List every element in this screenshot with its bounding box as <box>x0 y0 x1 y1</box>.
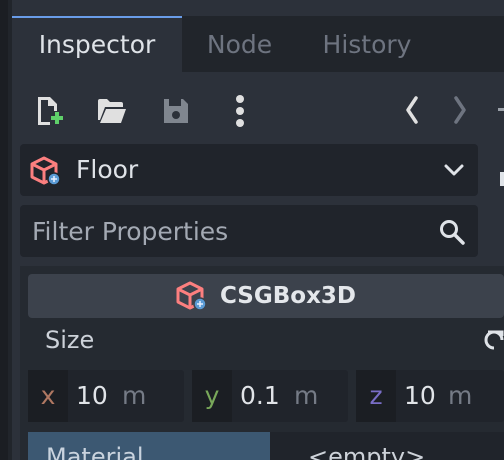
chevron-down-icon <box>444 164 464 176</box>
side-menu-icon[interactable] <box>496 168 504 188</box>
history-forward-icon <box>454 96 466 124</box>
size-z-unit: m <box>448 381 473 410</box>
size-z-field[interactable]: z 10 m <box>356 370 504 422</box>
csg-box-icon <box>30 156 61 186</box>
toolbar-overflow-mark <box>498 108 504 111</box>
class-header-label: CSGBox3D <box>220 283 357 309</box>
tab-inspector[interactable]: Inspector <box>12 16 182 72</box>
open-resource-button[interactable] <box>96 96 128 126</box>
material-property-label-cell: Material <box>28 432 270 460</box>
size-z-value: 10 <box>404 381 436 410</box>
tab-history[interactable]: History <box>302 16 432 72</box>
history-back-icon <box>406 96 418 124</box>
search-icon <box>440 220 465 245</box>
z-axis-label: z <box>356 370 396 422</box>
tab-history-label: History <box>322 29 412 59</box>
size-x-value: 10 <box>76 381 108 410</box>
tab-inspector-label: Inspector <box>38 29 156 59</box>
filter-properties-field[interactable] <box>20 205 478 257</box>
node-selector-label: Floor <box>76 155 139 184</box>
csg-box-icon <box>176 281 207 311</box>
size-y-unit: m <box>294 381 319 410</box>
node-selector[interactable]: Floor <box>20 144 478 196</box>
y-axis-label: y <box>192 370 232 422</box>
tab-node-label: Node <box>206 29 273 59</box>
size-y-value: 0.1 <box>240 381 280 410</box>
material-value: <empty> <box>308 443 426 460</box>
more-options-button[interactable] <box>226 92 254 130</box>
material-property-label: Material <box>46 443 144 460</box>
more-options-icon <box>236 95 244 127</box>
size-y-field[interactable]: y 0.1 m <box>192 370 348 422</box>
new-resource-icon <box>38 97 63 125</box>
revert-icon[interactable] <box>484 328 504 352</box>
save-resource-button[interactable] <box>160 96 192 126</box>
x-axis-label: x <box>28 370 68 422</box>
size-x-field[interactable]: x 10 m <box>28 370 184 422</box>
history-forward-button[interactable] <box>446 92 474 128</box>
open-folder-icon <box>98 99 126 123</box>
save-icon <box>164 99 188 123</box>
size-x-unit: m <box>122 381 147 410</box>
size-property-label: Size <box>45 326 95 354</box>
filter-properties-input[interactable] <box>32 205 422 257</box>
class-header: CSGBox3D <box>28 274 504 318</box>
dock-tab-bar: Inspector Node History <box>12 16 504 72</box>
left-dock-edge <box>0 0 8 460</box>
material-value-field[interactable]: <empty> <box>270 432 504 460</box>
history-back-button[interactable] <box>398 92 426 128</box>
tab-node[interactable]: Node <box>182 16 297 72</box>
new-resource-button[interactable] <box>34 94 64 126</box>
